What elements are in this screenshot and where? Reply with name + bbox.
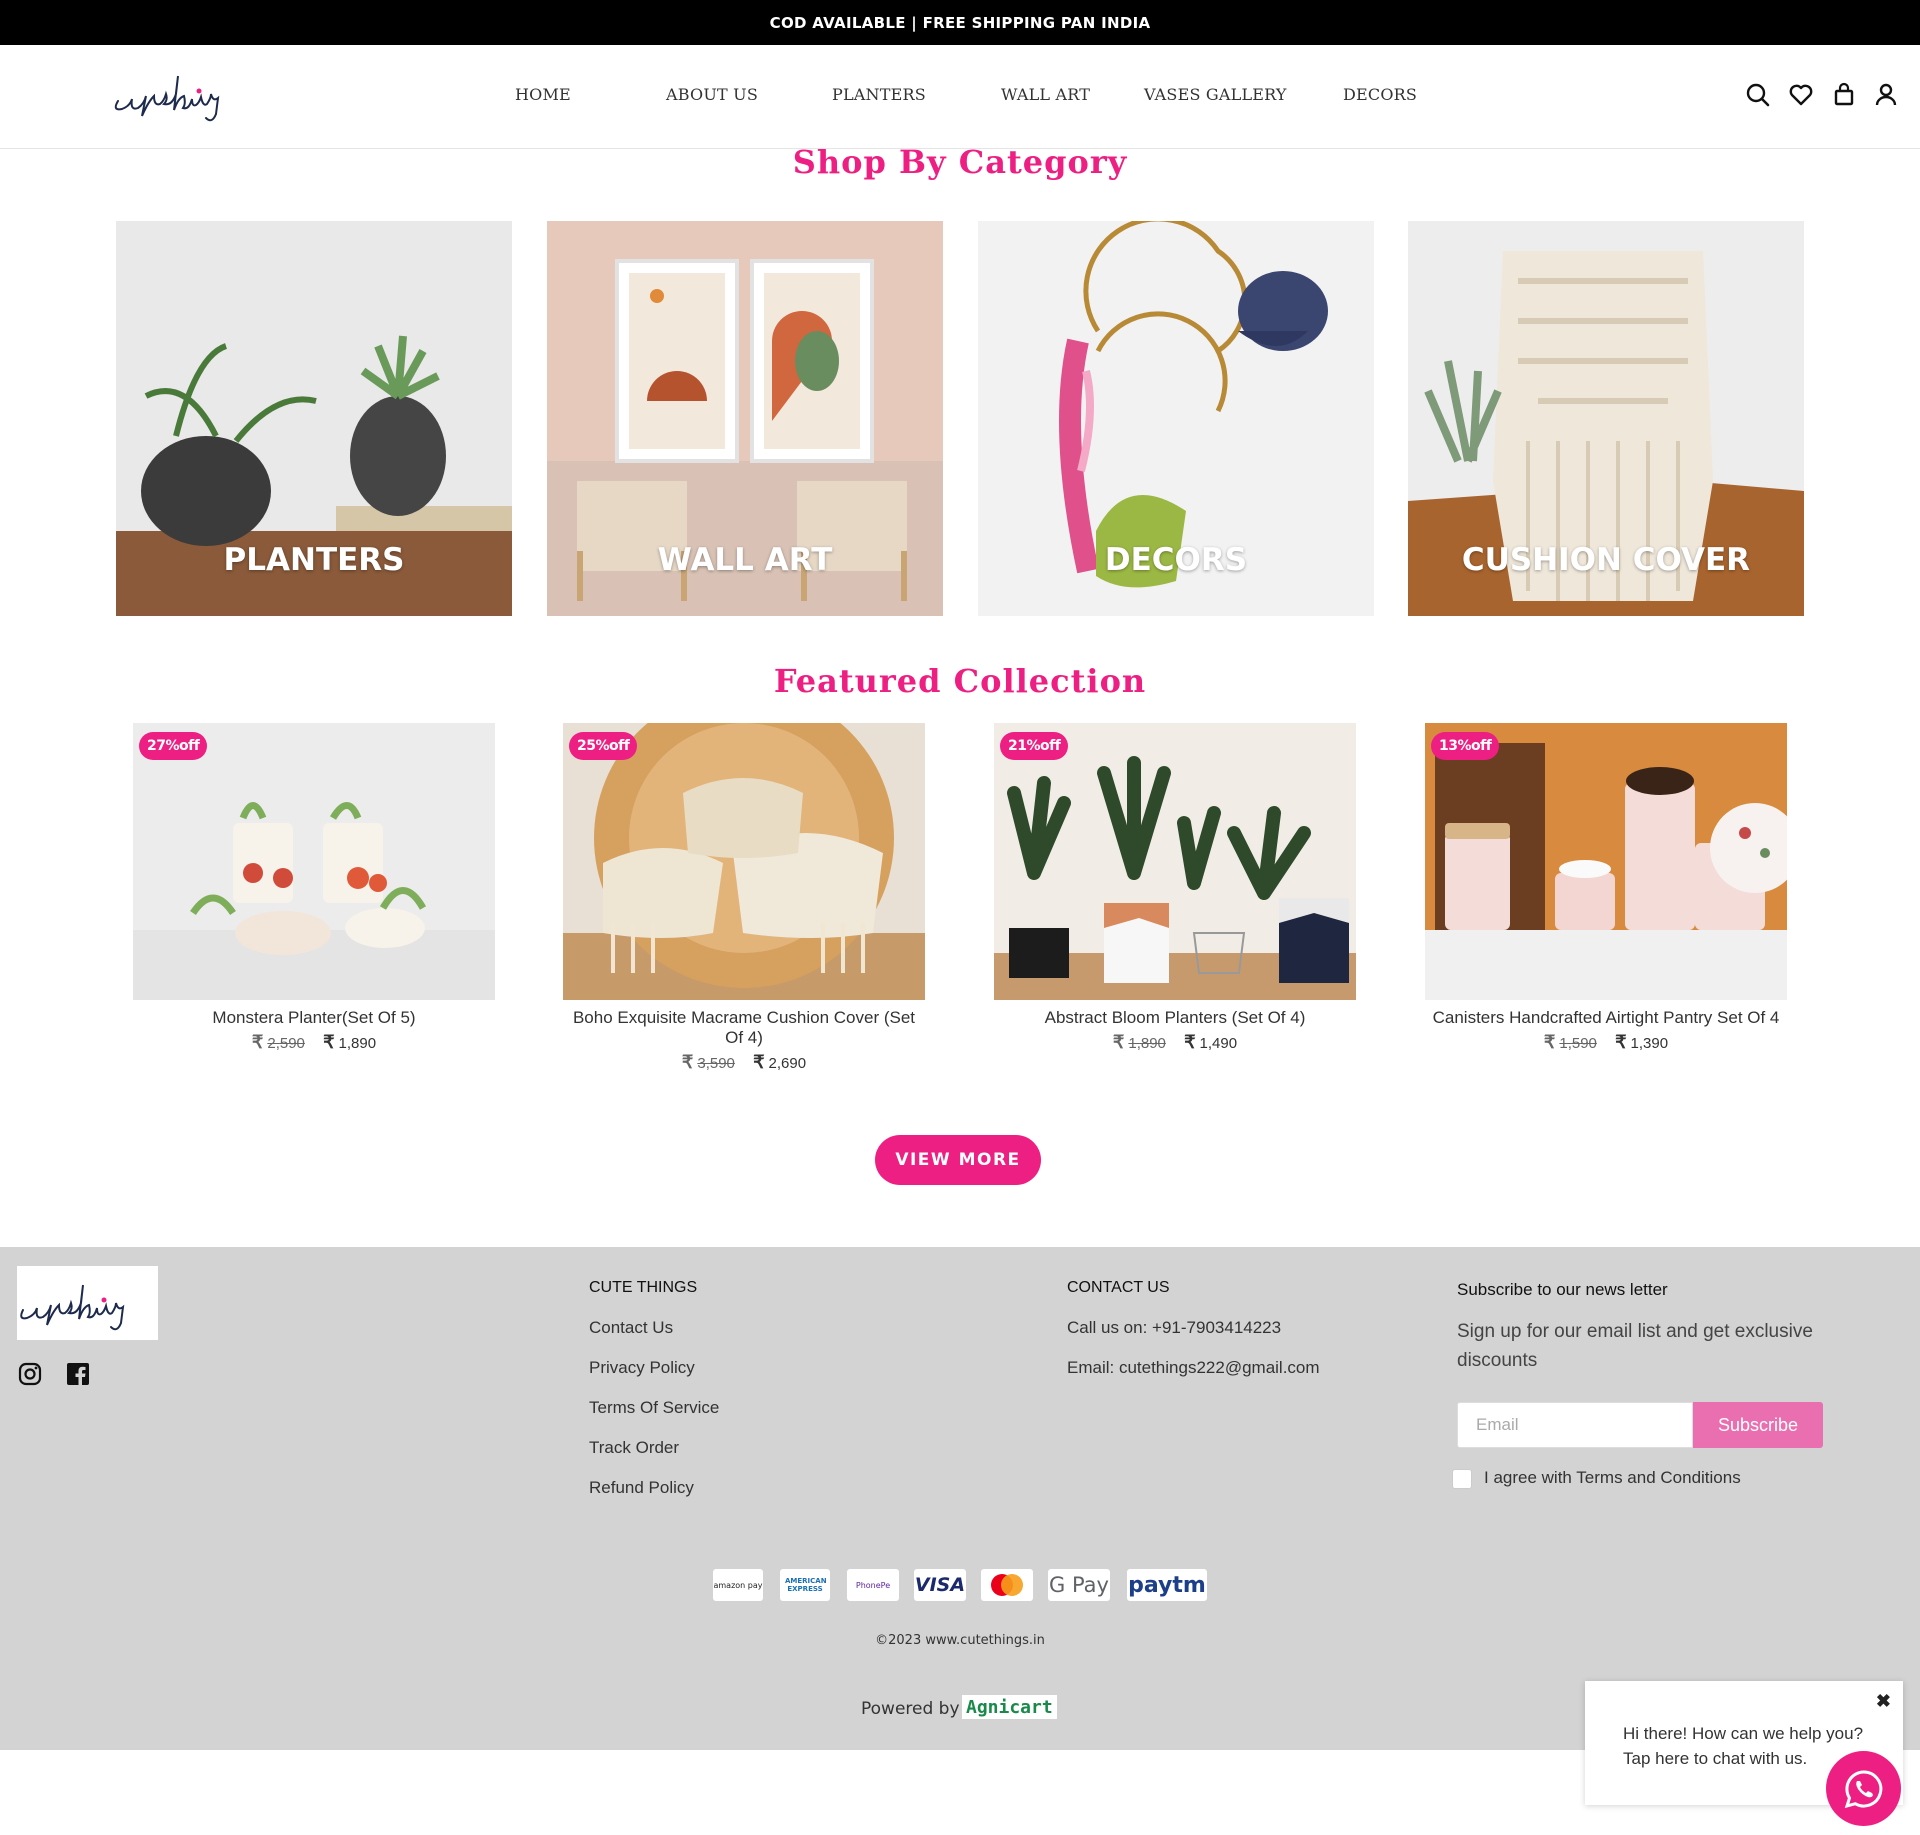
amex-icon: AMERICAN EXPRESS [780, 1569, 830, 1601]
rupee-icon: ₹ [251, 1032, 264, 1052]
rupee-icon: ₹ [1543, 1032, 1556, 1052]
product-image[interactable]: 25%off [563, 723, 925, 1000]
main-nav: HOME ABOUT US PLANTERS WALL ART VASES GA… [0, 45, 1920, 149]
paytm-icon: paytm [1127, 1569, 1207, 1601]
phonepe-icon: PhonePe [847, 1569, 899, 1601]
product-card[interactable]: 21%off Abstract Bloom Planters (Set Of 4… [994, 723, 1356, 1053]
old-price: ₹1,590 [1543, 1032, 1597, 1052]
product-image[interactable]: 27%off [133, 723, 495, 1000]
current-price: ₹2,690 [753, 1052, 807, 1072]
current-price: ₹1,890 [323, 1032, 377, 1052]
whatsapp-chat-button[interactable] [1826, 1751, 1901, 1826]
category-label: PLANTERS [223, 542, 405, 578]
category-label: CUSHION COVER [1461, 542, 1751, 578]
product-name[interactable]: Boho Exquisite Macrame Cushion Cover (Se… [563, 1008, 925, 1048]
user-icon[interactable] [1872, 81, 1900, 109]
agnicart-logo[interactable]: Agnicart [962, 1695, 1057, 1719]
product-name[interactable]: Monstera Planter(Set Of 5) [133, 1008, 495, 1028]
subscribe-button[interactable]: Subscribe [1693, 1402, 1823, 1448]
chat-message: Hi there! How can we help you? Tap here … [1623, 1721, 1863, 1771]
site-footer: CUTE THINGS Contact Us Privacy Policy Te… [0, 1247, 1920, 1750]
facebook-icon[interactable] [65, 1361, 91, 1387]
product-price: ₹3,590 ₹2,690 [563, 1052, 925, 1073]
newsletter-email-input[interactable]: Email [1457, 1402, 1693, 1448]
product-image[interactable]: 21%off [994, 723, 1356, 1000]
copyright-text: ©2023 www.cutethings.in [875, 1633, 1045, 1648]
rupee-icon: ₹ [681, 1052, 694, 1072]
visa-icon: VISA [914, 1569, 966, 1601]
nav-vases-gallery[interactable]: VASES GALLERY [1144, 85, 1287, 104]
nav-wall-art[interactable]: WALL ART [1001, 85, 1090, 104]
category-label: DECORS [1104, 542, 1248, 578]
old-price: ₹2,590 [251, 1032, 305, 1052]
old-price: ₹1,890 [1112, 1032, 1166, 1052]
rupee-icon: ₹ [323, 1032, 335, 1052]
close-icon[interactable]: ✖ [1876, 1691, 1891, 1712]
footer-link-refund-policy[interactable]: Refund Policy [589, 1478, 694, 1498]
category-card-cushion-cover[interactable]: CUSHION COVER [1408, 221, 1804, 616]
product-price: ₹2,590 ₹1,890 [133, 1032, 495, 1053]
footer-phone[interactable]: Call us on: +91-7903414223 [1067, 1318, 1281, 1338]
rupee-icon: ₹ [1184, 1032, 1196, 1052]
footer-col-contact-title: CONTACT US [1067, 1279, 1170, 1296]
footer-email[interactable]: Email: cutethings222@gmail.com [1067, 1358, 1320, 1378]
announcement-text: COD AVAILABLE | FREE SHIPPING PAN INDIA [769, 13, 1151, 32]
category-card-decors[interactable]: DECORS [978, 221, 1374, 616]
announcement-bar: COD AVAILABLE | FREE SHIPPING PAN INDIA [0, 0, 1920, 45]
product-name[interactable]: Abstract Bloom Planters (Set Of 4) [994, 1008, 1356, 1028]
whatsapp-icon [1844, 1769, 1882, 1808]
product-price: ₹1,590 ₹1,390 [1425, 1032, 1787, 1053]
nav-planters[interactable]: PLANTERS [832, 85, 926, 104]
chat-line-1: Hi there! How can we help you? [1623, 1724, 1864, 1743]
footer-link-contact-us[interactable]: Contact Us [589, 1318, 673, 1338]
product-card[interactable]: 13%off Canisters Handcrafted Airtight Pa… [1425, 723, 1787, 1053]
product-image[interactable]: 13%off [1425, 723, 1787, 1000]
product-card[interactable]: 27%off Monstera Planter(Set Of 5) ₹2,590… [133, 723, 495, 1053]
nav-about-us[interactable]: ABOUT US [666, 85, 758, 104]
category-card-wall-art[interactable]: WALL ART [547, 221, 943, 616]
product-name[interactable]: Canisters Handcrafted Airtight Pantry Se… [1425, 1008, 1787, 1028]
category-card-planters[interactable]: PLANTERS [116, 221, 512, 616]
newsletter-description: Sign up for our email list and get exclu… [1457, 1321, 1813, 1371]
agree-label: I agree with Terms and Conditions [1484, 1468, 1741, 1487]
amazon-pay-icon: amazon pay [713, 1569, 763, 1601]
search-icon[interactable] [1744, 81, 1772, 109]
powered-by-label: Powered by [861, 1699, 960, 1719]
rupee-icon: ₹ [1112, 1032, 1125, 1052]
discount-badge: 21%off [1000, 732, 1069, 760]
current-price: ₹1,490 [1184, 1032, 1238, 1052]
nav-home[interactable]: HOME [515, 85, 571, 104]
discount-badge: 13%off [1431, 732, 1500, 760]
old-price: ₹3,590 [681, 1052, 735, 1072]
footer-col-cute-things-title: CUTE THINGS [589, 1279, 698, 1296]
footer-link-terms-of-service[interactable]: Terms Of Service [589, 1398, 719, 1418]
bag-icon[interactable] [1830, 81, 1858, 109]
category-label: WALL ART [657, 542, 833, 578]
discount-badge: 25%off [569, 732, 638, 760]
footer-logo[interactable] [17, 1266, 158, 1340]
mastercard-icon [981, 1569, 1033, 1601]
chat-line-2: Tap here to chat with us. [1623, 1749, 1808, 1768]
current-price: ₹1,390 [1615, 1032, 1669, 1052]
view-more-button[interactable]: VIEW MORE [875, 1135, 1041, 1185]
shop-by-category-title: Shop By Category [792, 143, 1128, 181]
featured-collection-title: Featured Collection [773, 662, 1147, 700]
instagram-icon[interactable] [17, 1361, 43, 1387]
heart-icon[interactable] [1787, 81, 1815, 109]
product-card[interactable]: 25%off Boho Exquisite Macrame Cushion Co… [563, 723, 925, 1073]
footer-link-track-order[interactable]: Track Order [589, 1438, 679, 1458]
newsletter-title: Subscribe to our news letter [1457, 1280, 1668, 1299]
rupee-icon: ₹ [1615, 1032, 1627, 1052]
footer-link-privacy-policy[interactable]: Privacy Policy [589, 1358, 695, 1378]
gpay-icon: G Pay [1048, 1569, 1110, 1601]
product-price: ₹1,890 ₹1,490 [994, 1032, 1356, 1053]
site-header: HOME ABOUT US PLANTERS WALL ART VASES GA… [0, 45, 1920, 149]
agree-checkbox[interactable] [1452, 1469, 1472, 1489]
nav-decors[interactable]: DECORS [1343, 85, 1417, 104]
discount-badge: 27%off [139, 732, 208, 760]
rupee-icon: ₹ [753, 1052, 765, 1072]
